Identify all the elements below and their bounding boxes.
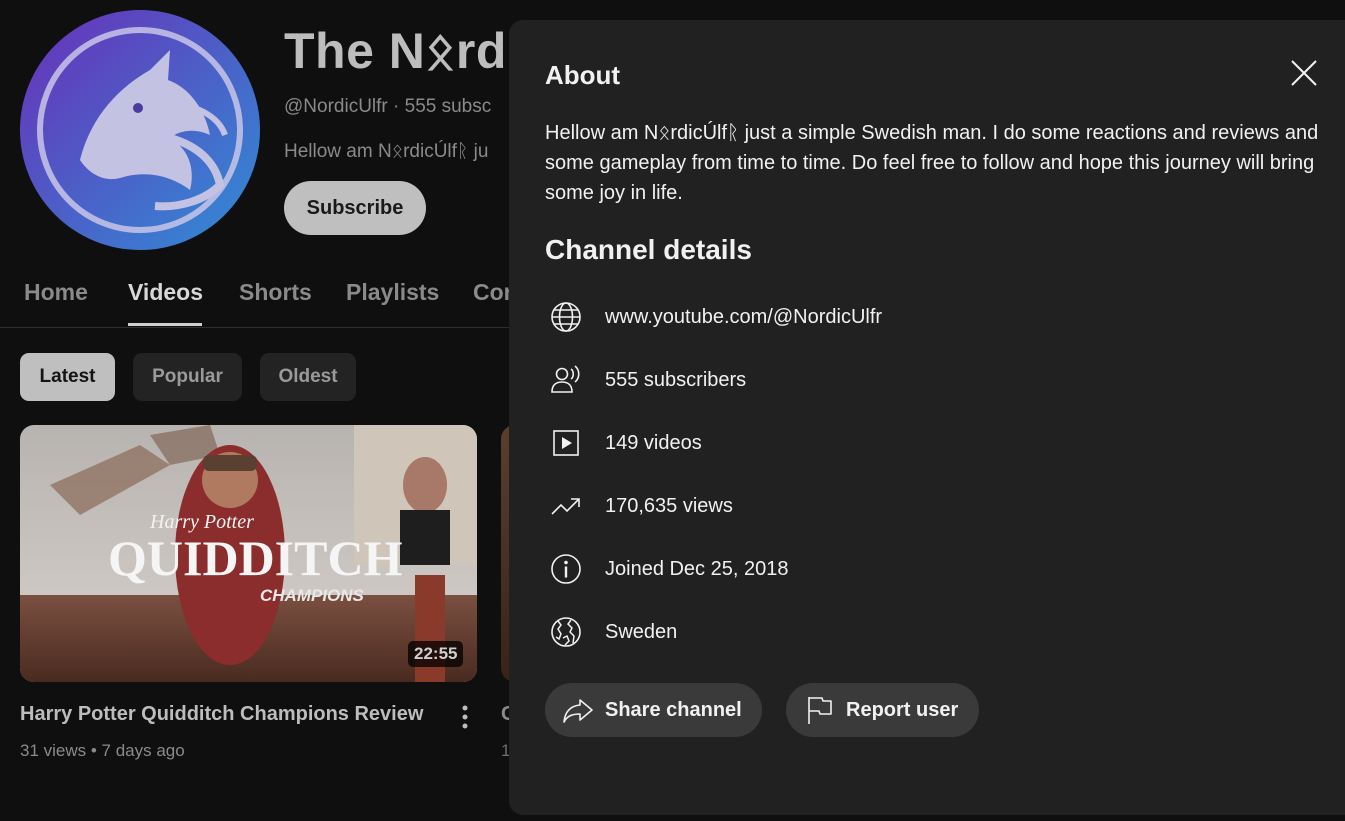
- info-icon: [551, 554, 581, 584]
- trending-icon: [551, 498, 580, 515]
- about-title: About: [545, 60, 621, 90]
- detail-row-videos: 149 videos: [545, 424, 1305, 464]
- share-channel-label: Share channel: [605, 698, 742, 721]
- channel-details-title: Channel details: [545, 234, 752, 265]
- detail-row-joined: Joined Dec 25, 2018: [545, 550, 1305, 590]
- detail-row-views: 170,635 views: [545, 487, 1305, 527]
- about-dialog: About Hellow am NᛟrdicÚlfᚱ just a simple…: [509, 20, 1345, 815]
- report-user-label: Report user: [846, 698, 959, 721]
- flag-icon: [808, 697, 832, 724]
- world-icon: [551, 617, 581, 647]
- joined-date: Joined Dec 25, 2018: [605, 558, 789, 580]
- globe-icon: [551, 302, 581, 332]
- detail-row-website: www.youtube.com/@NordicUlfr: [545, 298, 1305, 338]
- channel-url-link[interactable]: www.youtube.com/@NordicUlfr: [605, 306, 882, 329]
- detail-row-subscribers: 555 subscribers: [545, 361, 1305, 401]
- report-user-button[interactable]: Report user: [786, 683, 979, 737]
- close-icon[interactable]: [1289, 58, 1319, 88]
- video-count: 149 videos: [605, 432, 702, 454]
- country: Sweden: [605, 621, 678, 643]
- youtube-channel-page: The Nᛟrdi @NordicUlfr · 555 subsc Hellow…: [0, 0, 1345, 821]
- view-count: 170,635 views: [605, 495, 733, 517]
- about-description: Hellow am NᛟrdicÚlfᚱ just a simple Swedi…: [545, 122, 1319, 204]
- subscriber-count: 555 subscribers: [605, 369, 747, 391]
- video-icon: [553, 430, 579, 456]
- share-channel-button[interactable]: Share channel: [545, 683, 762, 737]
- detail-row-country: Sweden: [545, 613, 1305, 653]
- subscribers-icon: [551, 365, 580, 393]
- share-icon: [563, 699, 593, 723]
